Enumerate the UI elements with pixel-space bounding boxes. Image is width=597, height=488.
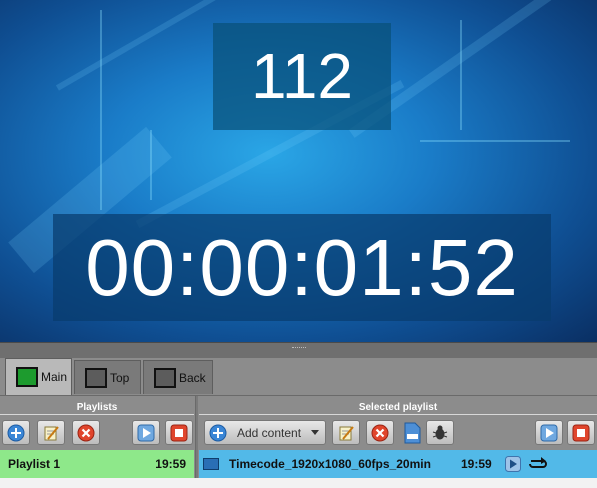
tab-label: Back [179, 370, 206, 385]
edit-item-button[interactable] [332, 420, 360, 445]
green-screen-icon [16, 367, 38, 387]
add-playlist-button[interactable] [2, 420, 30, 445]
black-screen-icon [85, 367, 107, 388]
plus-icon [7, 424, 25, 441]
edit-icon [339, 425, 354, 440]
delete-playlist-button[interactable] [72, 420, 100, 445]
play-item-button[interactable] [535, 420, 563, 445]
stop-icon [572, 424, 590, 441]
debug-button[interactable] [426, 420, 454, 445]
grip-icon [292, 347, 306, 350]
video-preview: 112 00:00:01:52 [0, 0, 597, 342]
playlist-name: Playlist 1 [8, 457, 61, 471]
play-icon[interactable] [505, 456, 521, 472]
tab-label: Main [41, 370, 68, 384]
item-duration: 19:59 [461, 457, 492, 471]
video-file-icon [203, 458, 219, 470]
playlist-item-row[interactable]: Timecode_1920x1080_60fps_20min 19:59 [199, 450, 597, 478]
panel-divider[interactable] [195, 396, 198, 488]
playlists-header: Playlists [76, 402, 118, 413]
bug-icon [432, 425, 448, 439]
splitter-handle[interactable] [0, 342, 597, 358]
plus-icon [209, 424, 227, 441]
playlist-row[interactable]: Playlist 1 19:59 [0, 450, 194, 478]
delete-icon [371, 424, 389, 441]
list-background [0, 478, 597, 488]
edit-icon [44, 425, 59, 440]
chevron-down-icon [311, 430, 319, 435]
playlist-duration: 19:59 [155, 457, 186, 471]
tab-back[interactable]: Back [143, 360, 213, 394]
add-content-label: Add content [237, 425, 302, 440]
divider [199, 414, 597, 415]
stop-icon [170, 424, 188, 441]
edit-playlist-button[interactable] [37, 420, 65, 445]
item-name: Timecode_1920x1080_60fps_20min [229, 457, 431, 471]
divider [0, 414, 194, 415]
app-window: 112 00:00:01:52 Main Top Back Playlists … [0, 0, 597, 488]
delete-icon [77, 424, 95, 441]
log-button[interactable] [398, 420, 426, 445]
log-file-icon [404, 422, 421, 443]
add-content-dropdown[interactable]: Add content [204, 420, 326, 445]
timecode-display: 00:00:01:52 [53, 214, 551, 321]
tab-main[interactable]: Main [5, 358, 72, 395]
play-playlist-button[interactable] [132, 420, 160, 445]
frame-counter: 112 [213, 23, 391, 130]
stop-item-button[interactable] [567, 420, 595, 445]
play-icon [137, 424, 155, 441]
loop-icon[interactable] [527, 456, 549, 472]
black-screen-icon [154, 367, 176, 388]
tab-label: Top [110, 370, 130, 385]
selected-playlist-header: Selected playlist [358, 402, 438, 413]
play-icon [540, 424, 558, 441]
tab-top[interactable]: Top [74, 360, 141, 394]
channel-tabbar: Main Top Back [0, 358, 597, 396]
delete-item-button[interactable] [366, 420, 394, 445]
stop-playlist-button[interactable] [165, 420, 193, 445]
